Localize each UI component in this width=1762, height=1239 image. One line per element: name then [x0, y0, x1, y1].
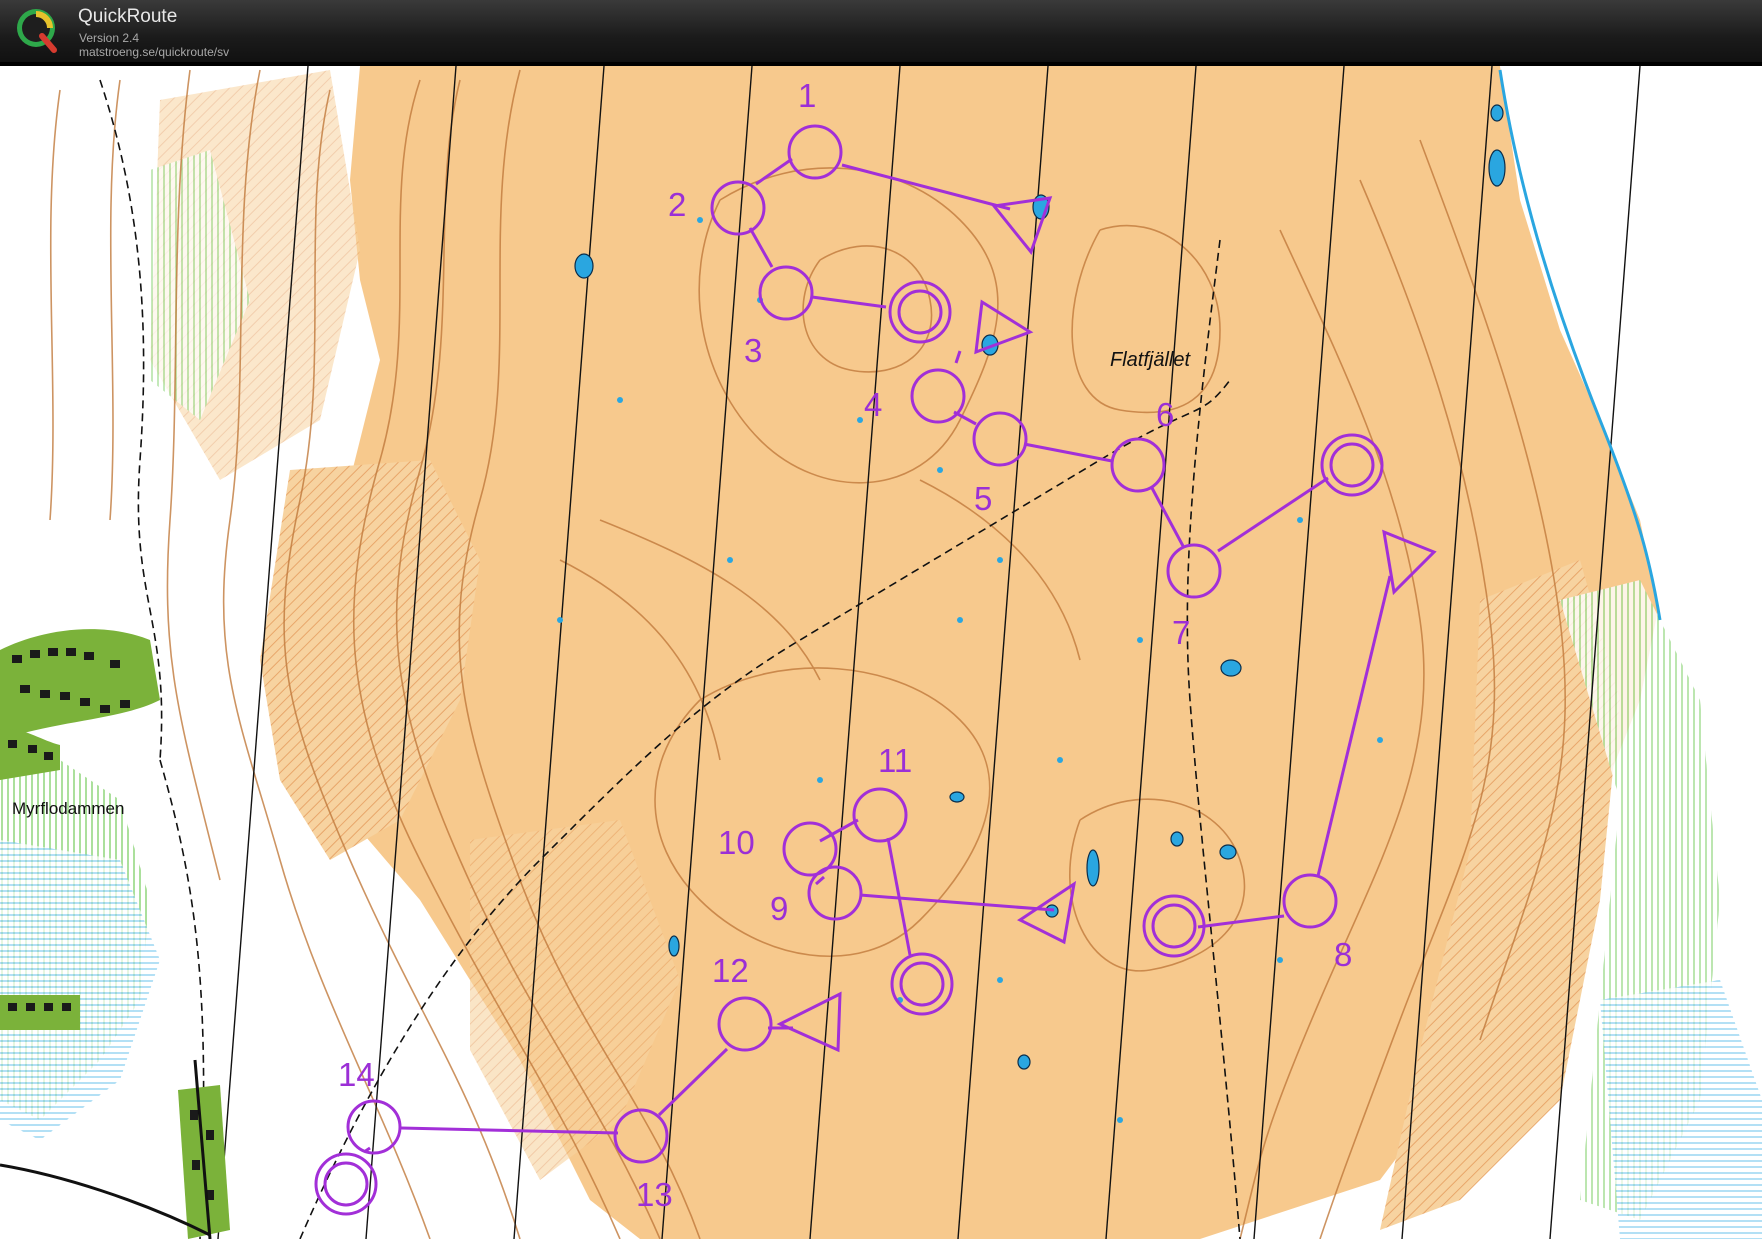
place-name-myrflodammen: Myrflodammen	[12, 799, 124, 818]
map-canvas: Flatfjället Myrflodammen 1 2 3 4 5 6 7 8…	[0, 66, 1762, 1239]
control-number-9: 9	[770, 890, 788, 927]
control-number-1: 1	[798, 77, 816, 114]
app-title: QuickRoute	[78, 6, 178, 27]
control-number-2: 2	[668, 186, 686, 223]
control-number-12: 12	[712, 952, 749, 989]
app-url[interactable]: matstroeng.se/quickroute/sv	[79, 45, 229, 59]
control-number-4: 4	[864, 386, 882, 423]
control-number-14: 14	[338, 1056, 375, 1093]
quickroute-logo-icon	[17, 9, 57, 53]
control-number-11: 11	[878, 742, 912, 779]
control-number-5: 5	[974, 480, 992, 517]
control-number-13: 13	[636, 1176, 673, 1213]
title-bar: QuickRoute Version 2.4 matstroeng.se/qui…	[0, 0, 1762, 66]
place-name-flatfjallet: Flatfjället	[1110, 349, 1191, 371]
control-number-10: 10	[718, 824, 755, 861]
control-number-6: 6	[1156, 396, 1174, 433]
control-number-7: 7	[1172, 614, 1190, 651]
control-number-3: 3	[744, 332, 762, 369]
orienteering-map[interactable]: Flatfjället Myrflodammen 1 2 3 4 5 6 7 8…	[0, 66, 1762, 1239]
control-number-8: 8	[1334, 936, 1352, 973]
app-version: Version 2.4	[79, 31, 140, 45]
